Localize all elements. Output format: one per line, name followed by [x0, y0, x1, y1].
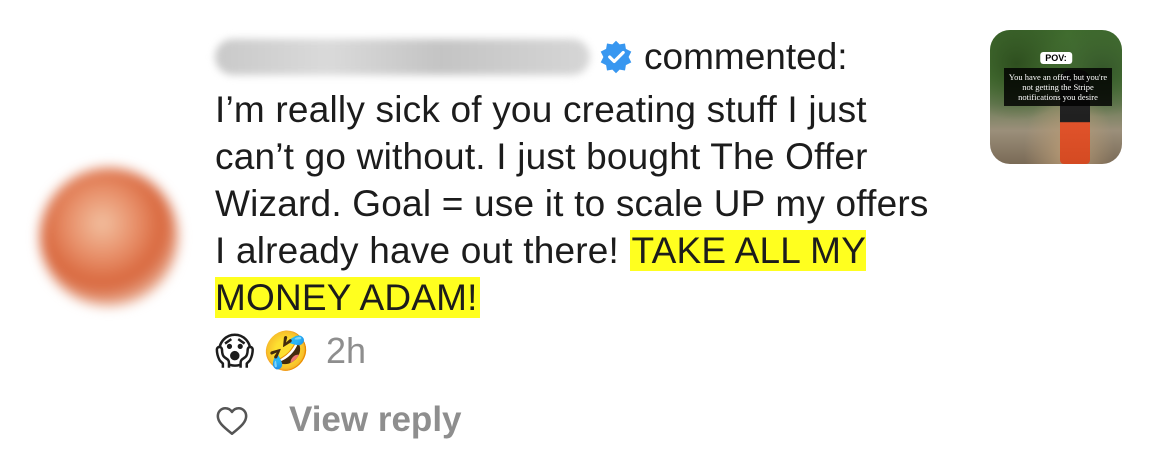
rolling-laughing-emoji-icon: 🤣 — [262, 329, 310, 373]
comment-body: I’m really sick of you creating stuff I … — [215, 86, 945, 321]
commenter-avatar[interactable] — [40, 168, 178, 306]
view-reply-button[interactable]: View reply — [289, 400, 462, 440]
face-screaming-emoji-icon: 😱 — [215, 329, 255, 373]
comment-actions: View reply — [215, 400, 462, 440]
username-blurred[interactable] — [215, 39, 590, 75]
comment-timestamp: 2h — [325, 330, 366, 371]
comment-block: commented: I’m really sick of you creati… — [215, 28, 945, 377]
comment-meta: 😱 🤣 2h — [215, 325, 945, 377]
thumbnail-overlay-text: You have an offer, but you're not gettin… — [1004, 68, 1112, 106]
heart-outline-icon[interactable] — [215, 404, 249, 438]
comment-action-text: commented: — [644, 36, 848, 77]
verified-badge-icon — [600, 40, 632, 74]
comment-header: commented: — [215, 28, 945, 86]
thumbnail-pov-label: POV: — [1040, 52, 1072, 64]
post-thumbnail[interactable]: POV: You have an offer, but you're not g… — [990, 30, 1122, 164]
